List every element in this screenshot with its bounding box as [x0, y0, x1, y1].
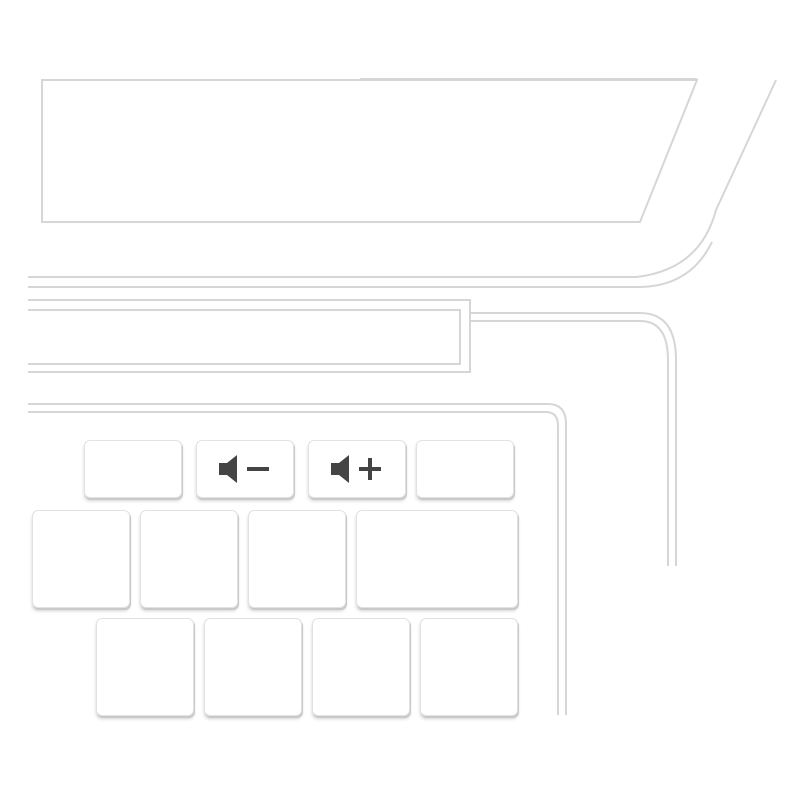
keyboard-key-wide[interactable]	[356, 510, 518, 608]
keyboard-key[interactable]	[312, 618, 410, 716]
function-key-blank[interactable]	[84, 440, 182, 498]
hinge-bar	[28, 241, 713, 288]
touchbar-inner	[28, 309, 461, 365]
screen-panel	[41, 79, 699, 223]
lid-edge	[28, 79, 777, 278]
keyboard-key[interactable]	[32, 510, 130, 608]
keyboard-key[interactable]	[248, 510, 346, 608]
volume-up-icon	[331, 455, 381, 483]
laptop-illustration	[0, 0, 800, 800]
keyboard-key[interactable]	[420, 618, 518, 716]
volume-up-key[interactable]	[308, 440, 406, 498]
volume-down-key[interactable]	[196, 440, 294, 498]
function-key-blank[interactable]	[416, 440, 514, 498]
keyboard-key[interactable]	[140, 510, 238, 608]
keyboard-key[interactable]	[204, 618, 302, 716]
keyboard-key[interactable]	[96, 618, 194, 716]
volume-down-icon	[219, 455, 269, 483]
